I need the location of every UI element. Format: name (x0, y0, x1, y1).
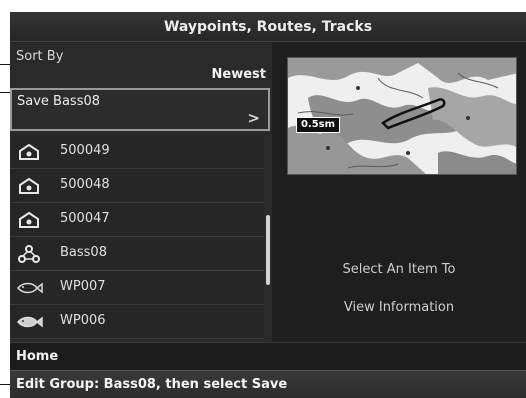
home-label: Home (16, 349, 59, 364)
sort-by-selector[interactable]: Sort By Newest (10, 43, 272, 87)
page-title: Waypoints, Routes, Tracks (10, 12, 526, 42)
list-item[interactable]: WP007 (10, 271, 264, 305)
callout-line-status (0, 384, 10, 385)
home-waypoint-icon (19, 177, 39, 194)
scrollbar-thumb[interactable] (266, 215, 270, 285)
info-line-2: View Information (343, 300, 455, 315)
info-line-1: Select An Item To (342, 262, 456, 277)
home-waypoint-icon (19, 143, 39, 160)
list-item-label: 500049 (60, 143, 110, 158)
list-item[interactable]: WP006 (10, 305, 264, 339)
list-item[interactable]: Bass08 (10, 237, 264, 271)
sort-by-value: Newest (211, 67, 266, 82)
status-bar: Edit Group: Bass08, then select Save (10, 370, 526, 398)
fish-icon (17, 282, 43, 294)
callout-line-sort (0, 64, 10, 65)
callout-line-save (0, 92, 10, 93)
home-bar[interactable]: Home (10, 342, 526, 370)
list-item[interactable]: 500049 (10, 135, 264, 169)
home-waypoint-icon (19, 211, 39, 228)
right-pane: 0.5sm Select An Item To View Information (272, 43, 526, 342)
status-text: Edit Group: Bass08, then select Save (16, 377, 288, 392)
list-item[interactable]: 500048 (10, 169, 264, 203)
map-preview: 0.5sm (287, 57, 517, 175)
waypoint-list: 500049 500048 500047 Bass08 WP007 WP006 (10, 135, 264, 339)
save-group-label: Save Bass08 (17, 94, 101, 109)
list-item-label: 500048 (60, 177, 110, 192)
group-icon (18, 245, 40, 263)
list-item-label: Bass08 (60, 245, 107, 260)
chevron-right-icon: > (247, 109, 260, 127)
save-group-button[interactable]: Save Bass08 > (10, 88, 270, 131)
left-pane: Sort By Newest Save Bass08 > 500049 5000… (10, 43, 272, 342)
map-scale-label: 0.5sm (296, 117, 340, 133)
sort-by-label: Sort By (16, 49, 64, 64)
list-item[interactable]: 500047 (10, 203, 264, 237)
device-screen: Waypoints, Routes, Tracks Sort By Newest… (10, 12, 526, 398)
list-item-label: WP007 (60, 279, 106, 294)
fish-icon (17, 316, 43, 328)
list-item-label: 500047 (60, 211, 110, 226)
scrollbar[interactable] (264, 135, 272, 339)
list-item-label: WP006 (60, 313, 106, 328)
